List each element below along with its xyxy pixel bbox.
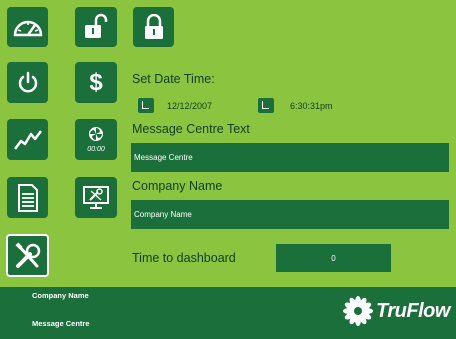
fan-timer-button[interactable]: 00:00 xyxy=(75,119,117,160)
dashboard-button[interactable] xyxy=(7,7,48,47)
date-checkbox[interactable] xyxy=(138,98,154,113)
time-value[interactable]: 6:30:31pm xyxy=(290,101,333,111)
dollar-icon: $ xyxy=(89,68,103,96)
company-name-label: Company Name xyxy=(132,179,223,193)
gauge-icon xyxy=(13,20,42,37)
time-to-dashboard-label: Time to dashboard xyxy=(132,251,236,265)
power-button[interactable] xyxy=(7,62,48,103)
tools-icon xyxy=(14,241,40,268)
unlock-button[interactable] xyxy=(75,7,117,47)
date-value[interactable]: 12/12/2007 xyxy=(167,101,212,111)
line-graph-icon xyxy=(13,129,42,150)
power-icon xyxy=(18,71,37,92)
report-button[interactable] xyxy=(7,177,48,218)
truflow-logo: TruFlow xyxy=(343,296,450,326)
fan-icon xyxy=(89,127,103,141)
lock-button[interactable] xyxy=(133,7,174,47)
message-centre-input[interactable]: Message Centre xyxy=(131,143,449,172)
system-settings-button[interactable] xyxy=(75,177,117,218)
lock-icon xyxy=(144,14,163,39)
set-date-time-label: Set Date Time: xyxy=(132,72,215,86)
company-name-input[interactable]: Company Name xyxy=(131,200,449,229)
cost-button[interactable]: $ xyxy=(75,62,117,103)
settings-screen: $ 00:00 Set Date Time: 12/12/2007 6:30:3… xyxy=(0,0,456,339)
unlock-icon xyxy=(85,13,108,38)
graph-button[interactable] xyxy=(7,119,48,160)
tools-button[interactable] xyxy=(6,234,49,277)
message-centre-label: Message Centre Text xyxy=(132,122,250,136)
time-checkbox[interactable] xyxy=(258,98,274,113)
brand-name: TruFlow xyxy=(376,299,450,322)
time-to-dashboard-input[interactable]: 0 xyxy=(276,244,391,272)
footer-company-name: Company Name xyxy=(32,291,89,300)
truflow-flower-icon xyxy=(343,296,373,326)
document-icon xyxy=(17,183,38,212)
monitor-settings-icon xyxy=(83,185,109,209)
timer-label: 00:00 xyxy=(87,146,105,153)
footer-message-centre: Message Centre xyxy=(32,319,90,328)
